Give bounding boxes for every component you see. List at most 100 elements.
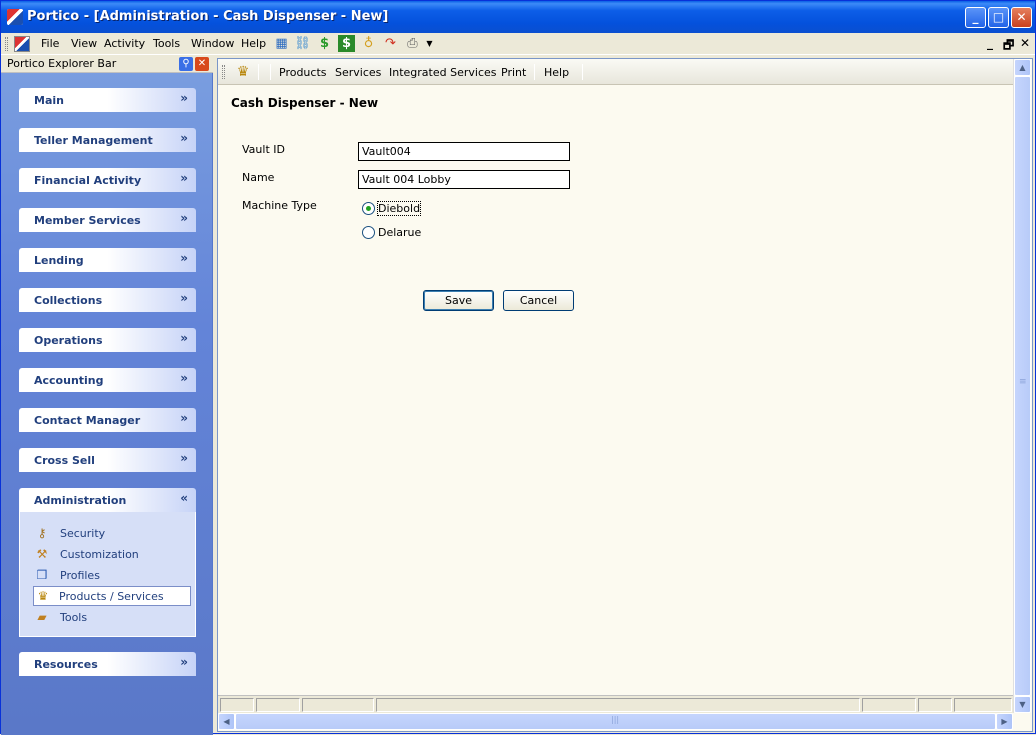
network-icon[interactable]: ▦ — [273, 35, 290, 52]
chevron-down-icon[interactable]: » — [180, 655, 188, 669]
group-financial-activity[interactable]: Financial Activity » — [19, 168, 196, 192]
vertical-scrollbar[interactable]: ▲ ▼ — [1013, 59, 1031, 713]
chevron-up-icon[interactable]: « — [180, 491, 188, 505]
admin-item-label: Security — [60, 527, 106, 540]
scroll-left-icon[interactable]: ◀ — [218, 713, 235, 730]
toolbar-print[interactable]: Print — [501, 66, 526, 79]
menu-view[interactable]: View — [71, 37, 97, 50]
chevron-down-icon[interactable]: » — [180, 451, 188, 465]
key-icon: ⚷ — [37, 526, 47, 540]
status-cell — [954, 698, 1012, 712]
cancel-button[interactable]: Cancel — [503, 290, 574, 311]
group-collections[interactable]: Collections » — [19, 288, 196, 312]
save-button[interactable]: Save — [423, 290, 494, 311]
name-label: Name — [242, 171, 275, 184]
diebold-radio[interactable] — [362, 202, 375, 215]
mdi-close-button[interactable]: ✕ — [1020, 36, 1030, 50]
delarue-radio-label[interactable]: Delarue — [378, 226, 421, 239]
menu-window[interactable]: Window — [191, 37, 234, 50]
diebold-radio-label[interactable]: Diebold — [376, 201, 422, 216]
group-teller-management[interactable]: Teller Management » — [19, 128, 196, 152]
group-operations[interactable]: Operations » — [19, 328, 196, 352]
group-accounting[interactable]: Accounting » — [19, 368, 196, 392]
explorer-title: Portico Explorer Bar — [7, 57, 117, 70]
name-field[interactable]: Vault 004 Lobby — [358, 170, 570, 189]
toolbar-services[interactable]: Services — [335, 66, 381, 79]
status-cell — [376, 698, 860, 712]
link-icon[interactable]: ⛓ — [294, 35, 311, 52]
group-label: Financial Activity — [34, 174, 142, 187]
title-bar[interactable]: Portico - [Administration - Cash Dispens… — [1, 1, 1035, 33]
group-administration[interactable]: Administration « — [19, 488, 196, 512]
printer-icon[interactable]: ⎙ — [404, 35, 421, 52]
mdi-restore-button[interactable]: 🗗 — [1003, 36, 1014, 57]
close-button[interactable]: ✕ — [1011, 7, 1032, 28]
group-main[interactable]: Main » — [19, 88, 196, 112]
group-label: Main — [34, 94, 64, 107]
delarue-radio[interactable] — [362, 226, 375, 239]
status-cell — [918, 698, 952, 712]
scroll-up-icon[interactable]: ▲ — [1014, 59, 1031, 76]
chevron-down-icon[interactable]: » — [180, 171, 188, 185]
toolbar-grip[interactable] — [222, 65, 225, 79]
profiles-icon: ❒ — [36, 568, 48, 582]
chevron-down-icon[interactable]: » — [180, 371, 188, 385]
dropdown-arrow-icon[interactable]: ▼ — [421, 35, 438, 52]
toolbar-separator — [534, 64, 535, 80]
chevron-down-icon[interactable]: » — [180, 211, 188, 225]
scroll-thumb[interactable] — [1014, 76, 1031, 696]
group-resources[interactable]: Resources » — [19, 652, 196, 676]
group-contact-manager[interactable]: Contact Manager » — [19, 408, 196, 432]
redo-arrow-icon[interactable]: ↷ — [382, 35, 399, 52]
mdi-minimize-button[interactable]: _ — [987, 36, 993, 50]
menu-grip[interactable] — [5, 37, 8, 51]
group-member-services[interactable]: Member Services » — [19, 208, 196, 232]
toolbar-integrated-services[interactable]: Integrated Services — [389, 66, 497, 79]
minimize-button[interactable]: _ — [965, 7, 986, 28]
admin-item-profiles[interactable]: ❒ Profiles — [34, 566, 190, 584]
maximize-button[interactable]: □ — [988, 7, 1009, 28]
machine-type-label: Machine Type — [242, 199, 317, 212]
page-title: Cash Dispenser - New — [231, 96, 379, 110]
menu-help[interactable]: Help — [241, 37, 266, 50]
admin-item-products-services[interactable]: ♛ Products / Services — [33, 586, 191, 606]
admin-item-label: Products / Services — [59, 590, 164, 603]
horizontal-scroll-thumb[interactable] — [235, 713, 996, 730]
menu-activity[interactable]: Activity — [104, 37, 145, 50]
document-icon[interactable] — [14, 36, 30, 52]
menu-file[interactable]: File — [41, 37, 59, 50]
menu-tools[interactable]: Tools — [153, 37, 180, 50]
group-lending[interactable]: Lending » — [19, 248, 196, 272]
group-label: Operations — [34, 334, 103, 347]
portico-logo-icon — [7, 9, 23, 25]
horizontal-scrollbar[interactable]: ◀ ▶ — [218, 713, 1013, 730]
admin-item-tools[interactable]: ▰ Tools — [34, 608, 190, 626]
admin-item-security[interactable]: ⚷ Security — [34, 524, 190, 542]
chevron-down-icon[interactable]: » — [180, 411, 188, 425]
pin-icon[interactable]: ⚲ — [179, 57, 193, 71]
chevron-down-icon[interactable]: » — [180, 91, 188, 105]
explorer-header: Portico Explorer Bar ⚲ ✕ — [1, 56, 213, 73]
scroll-down-icon[interactable]: ▼ — [1014, 696, 1031, 713]
group-label: Accounting — [34, 374, 104, 387]
group-cross-sell[interactable]: Cross Sell » — [19, 448, 196, 472]
chevron-down-icon[interactable]: » — [180, 131, 188, 145]
status-cell — [256, 698, 300, 712]
scroll-right-icon[interactable]: ▶ — [996, 713, 1013, 730]
toolbar-help[interactable]: Help — [544, 66, 569, 79]
vault-id-field[interactable]: Vault004 — [358, 142, 570, 161]
chevron-down-icon[interactable]: » — [180, 331, 188, 345]
group-label: Contact Manager — [34, 414, 141, 427]
cash-icon[interactable]: $ — [338, 35, 355, 52]
admin-item-customization[interactable]: ⚒ Customization — [34, 545, 190, 563]
chevron-down-icon[interactable]: » — [180, 291, 188, 305]
explorer-close-icon[interactable]: ✕ — [195, 57, 209, 71]
chevron-down-icon[interactable]: » — [180, 251, 188, 265]
toolbar-separator — [582, 64, 583, 80]
vault-id-label: Vault ID — [242, 143, 285, 156]
products-services-icon[interactable]: ♛ — [234, 63, 252, 81]
toolbar-products[interactable]: Products — [279, 66, 327, 79]
coin-bag-icon[interactable]: ♁ — [360, 35, 377, 52]
money-icon[interactable]: $ — [316, 35, 333, 52]
toolbar-separator — [270, 64, 271, 80]
